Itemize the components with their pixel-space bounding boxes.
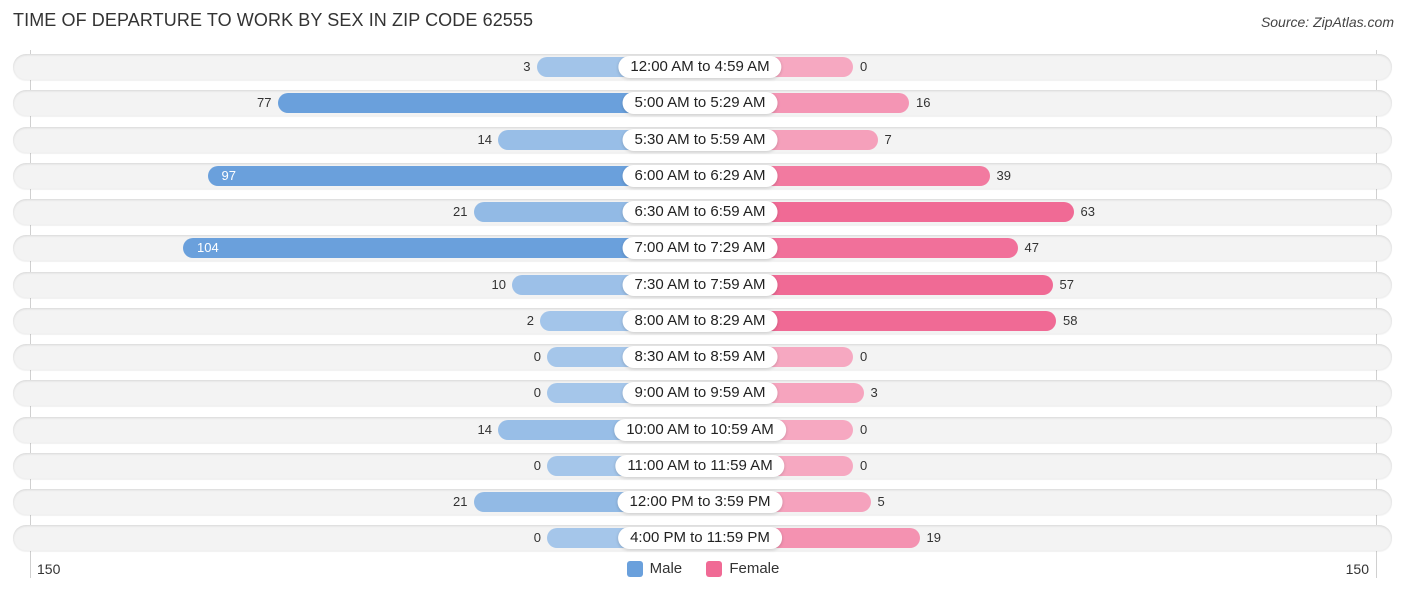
- male-swatch-icon: [626, 560, 643, 577]
- value-label-male: 10: [491, 276, 506, 292]
- value-label-female: 0: [860, 59, 868, 74]
- category-label: 8:30 AM to 8:59 AM: [622, 346, 778, 368]
- category-label: 12:00 PM to 3:59 PM: [617, 491, 783, 513]
- value-label-female: 39: [996, 167, 1011, 183]
- legend: Male Female: [0, 560, 1406, 581]
- value-label-male: 14: [477, 131, 492, 147]
- value-label-male: 3: [523, 59, 531, 74]
- value-label-male: 0: [533, 530, 541, 546]
- value-label-male: 21: [453, 204, 468, 219]
- category-label: 6:30 AM to 6:59 AM: [622, 201, 778, 223]
- category-label: 11:00 AM to 11:59 AM: [615, 454, 785, 477]
- value-label-male: 0: [533, 349, 541, 364]
- value-label-female: 3: [870, 385, 878, 401]
- value-label-female: 0: [860, 421, 868, 437]
- value-label-male: 21: [453, 494, 468, 509]
- legend-label-female: Female: [729, 560, 780, 577]
- value-label-female: 5: [877, 494, 885, 509]
- category-label: 8:00 AM to 8:29 AM: [622, 309, 778, 332]
- category-label: 6:00 AM to 6:29 AM: [622, 164, 778, 187]
- category-label: 5:00 AM to 5:29 AM: [622, 92, 778, 115]
- value-label-male: 104: [197, 240, 219, 256]
- legend-item-female[interactable]: Female: [706, 560, 779, 577]
- value-label-male: 14: [477, 421, 492, 437]
- legend-item-male[interactable]: Male: [626, 560, 683, 577]
- female-swatch-icon: [706, 560, 723, 577]
- value-label-female: 16: [916, 95, 931, 111]
- value-label-male: 0: [533, 385, 541, 401]
- category-label: 9:00 AM to 9:59 AM: [622, 382, 778, 405]
- value-label-female: 57: [1059, 276, 1074, 292]
- category-label: 10:00 AM to 10:59 AM: [614, 418, 786, 441]
- value-label-male: 97: [221, 167, 236, 183]
- category-label: 12:00 AM to 4:59 AM: [618, 56, 782, 78]
- category-label: 7:00 AM to 7:29 AM: [622, 237, 778, 260]
- value-label-female: 58: [1063, 312, 1078, 328]
- value-label-male: 77: [257, 95, 272, 111]
- diverging-bar-chart: 3 0 12:00 AM to 4:59 AM 77 16 5:00 AM to 5:29…: [0, 0, 1406, 594]
- legend-label-male: Male: [649, 560, 683, 577]
- value-label-male: 0: [533, 457, 541, 473]
- value-label-female: 63: [1080, 204, 1095, 219]
- value-label-female: 7: [884, 131, 892, 147]
- category-label: 7:30 AM to 7:59 AM: [622, 273, 778, 296]
- category-label: 4:00 PM to 11:59 PM: [618, 527, 782, 550]
- value-label-female: 0: [860, 457, 868, 473]
- category-label: 5:30 AM to 5:59 AM: [622, 128, 778, 151]
- value-label-female: 47: [1024, 240, 1039, 256]
- value-label-male: 2: [526, 312, 534, 328]
- value-label-female: 0: [860, 349, 868, 364]
- value-label-female: 19: [926, 530, 941, 546]
